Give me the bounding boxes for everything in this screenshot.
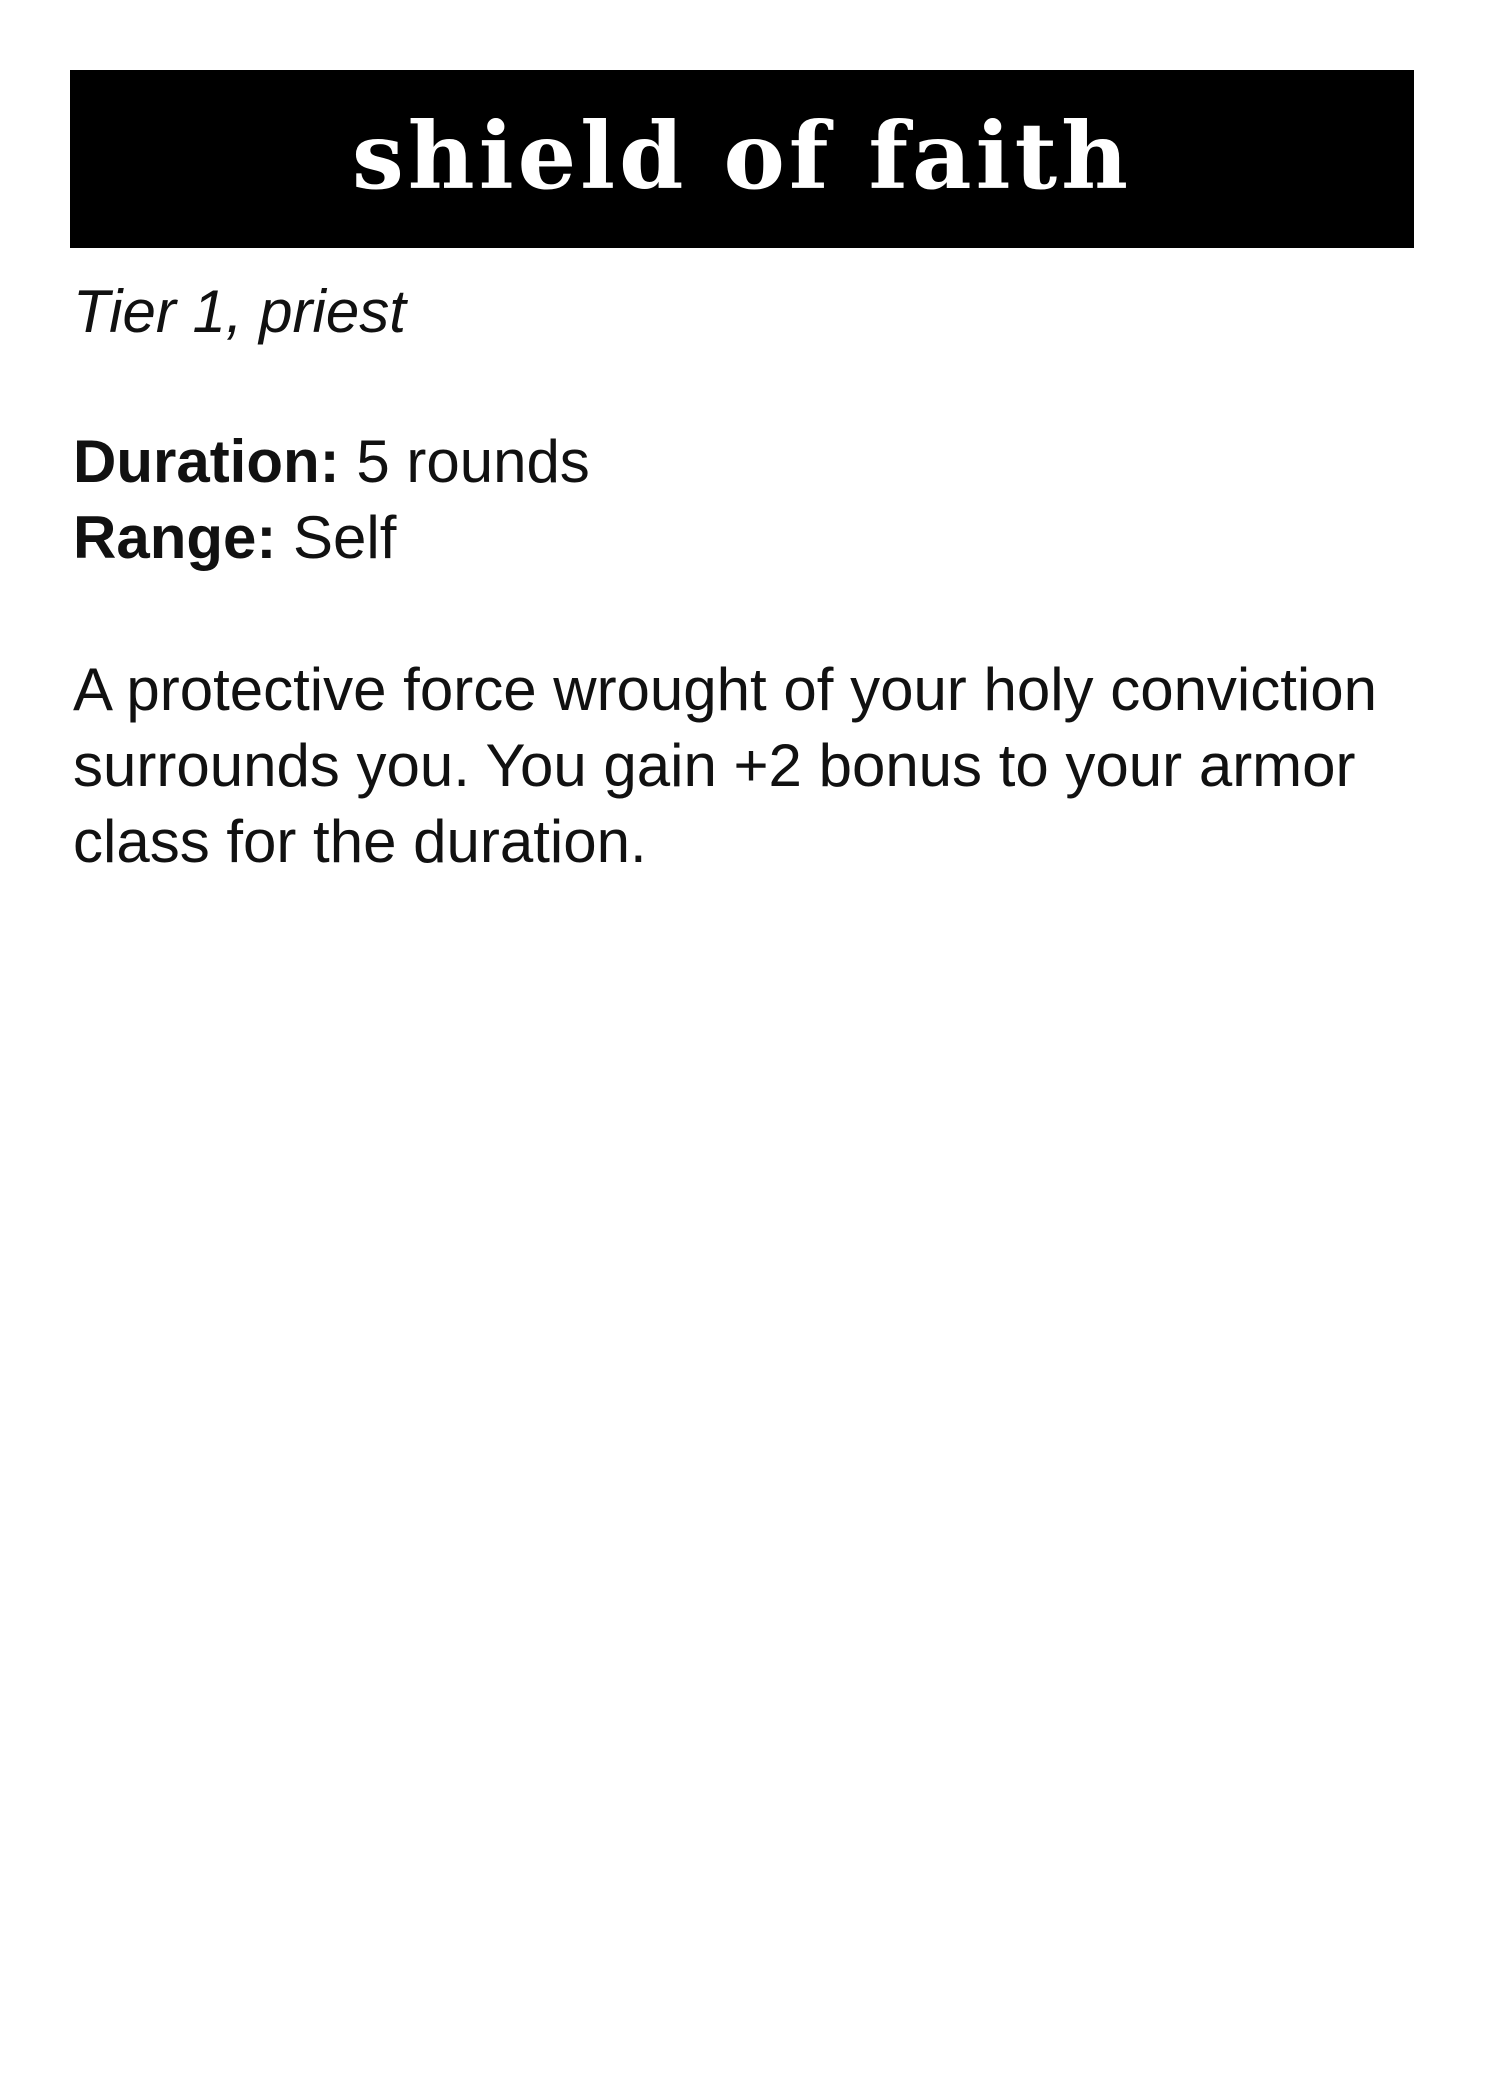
title-banner: shield of faith: [70, 70, 1414, 248]
range-value: Self: [293, 504, 397, 571]
range-row: Range: Self: [73, 500, 590, 576]
duration-value: 5 rounds: [356, 428, 590, 495]
spell-title: shield of faith: [352, 102, 1132, 210]
spell-card: shield of faith Tier 1, priest Duration:…: [0, 0, 1488, 2079]
duration-label: Duration:: [73, 428, 357, 495]
duration-row: Duration: 5 rounds: [73, 424, 590, 500]
range-label: Range:: [73, 504, 294, 571]
spell-description: A protective force wrought of your holy …: [73, 656, 1378, 875]
spell-stats: Duration: 5 rounds Range: Self: [73, 424, 590, 576]
tier-class-line: Tier 1, priest: [73, 278, 406, 345]
